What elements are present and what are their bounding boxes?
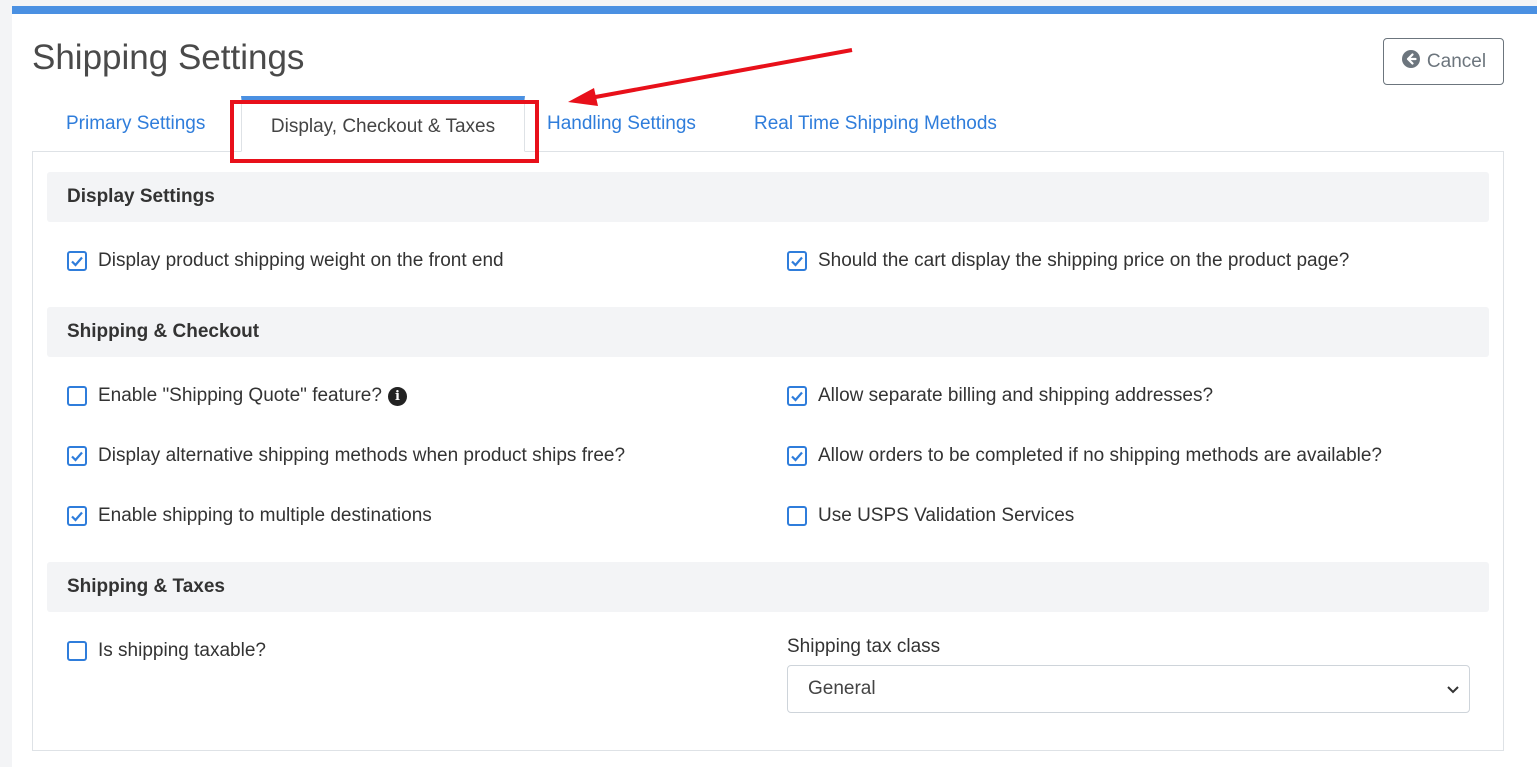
checkbox-checked-icon[interactable] xyxy=(67,251,87,271)
checkbox-display-weight[interactable]: Display product shipping weight on the f… xyxy=(67,250,504,272)
annotation-arrow xyxy=(568,48,853,106)
checkbox-checked-icon[interactable] xyxy=(787,446,807,466)
checkbox-label: Enable shipping to multiple destinations xyxy=(98,505,432,526)
checkbox-label: Enable "Shipping Quote" feature? xyxy=(98,385,382,406)
tab-panel: Display Settings Display product shippin… xyxy=(32,151,1504,751)
tax-class-select[interactable]: General xyxy=(787,665,1470,713)
section-header-taxes: Shipping & Taxes xyxy=(47,562,1489,612)
checkbox-label: Should the cart display the shipping pri… xyxy=(818,250,1350,271)
checkbox-alt-methods[interactable]: Display alternative shipping methods whe… xyxy=(67,445,625,467)
checkbox-checked-icon[interactable] xyxy=(787,386,807,406)
tab-display-checkout-taxes[interactable]: Display, Checkout & Taxes xyxy=(241,96,525,152)
checkbox-shipping-taxable[interactable]: Is shipping taxable? xyxy=(67,640,266,662)
chevron-down-icon xyxy=(1447,686,1459,694)
tax-class-label: Shipping tax class xyxy=(787,636,941,657)
checkbox-checked-icon[interactable] xyxy=(67,506,87,526)
checkbox-complete-without-methods[interactable]: Allow orders to be completed if no shipp… xyxy=(787,445,1382,467)
checkbox-checked-icon[interactable] xyxy=(787,251,807,271)
checkbox-display-shipping-price[interactable]: Should the cart display the shipping pri… xyxy=(787,250,1349,272)
checkbox-unchecked-icon[interactable] xyxy=(787,506,807,526)
checkbox-unchecked-icon[interactable] xyxy=(67,641,87,661)
checkbox-separate-addresses[interactable]: Allow separate billing and shipping addr… xyxy=(787,385,1213,407)
checkbox-multiple-destinations[interactable]: Enable shipping to multiple destinations xyxy=(67,505,432,527)
checkbox-label: Allow separate billing and shipping addr… xyxy=(818,385,1214,406)
tab-primary-settings[interactable]: Primary Settings xyxy=(66,96,205,152)
checkbox-label: Is shipping taxable? xyxy=(98,640,266,661)
info-icon[interactable]: i xyxy=(387,386,407,406)
section-header-checkout: Shipping & Checkout xyxy=(47,307,1489,357)
checkbox-checked-icon[interactable] xyxy=(67,446,87,466)
cancel-button-label: Cancel xyxy=(1426,50,1487,72)
checkbox-label: Display product shipping weight on the f… xyxy=(98,250,504,271)
checkbox-label: Display alternative shipping methods whe… xyxy=(98,445,626,466)
checkbox-label: Allow orders to be completed if no shipp… xyxy=(818,445,1382,466)
checkbox-unchecked-icon[interactable] xyxy=(67,386,87,406)
section-header-display: Display Settings xyxy=(47,172,1489,222)
checkbox-shipping-quote[interactable]: Enable "Shipping Quote" feature? i xyxy=(67,385,407,407)
checkbox-label: Use USPS Validation Services xyxy=(818,505,1075,526)
checkbox-usps-validation[interactable]: Use USPS Validation Services xyxy=(787,505,1074,527)
cancel-button[interactable]: Cancel xyxy=(1383,38,1504,85)
arrow-left-circle-icon xyxy=(1401,49,1421,75)
tax-class-value: General xyxy=(808,678,876,699)
page-title: Shipping Settings xyxy=(32,38,305,77)
